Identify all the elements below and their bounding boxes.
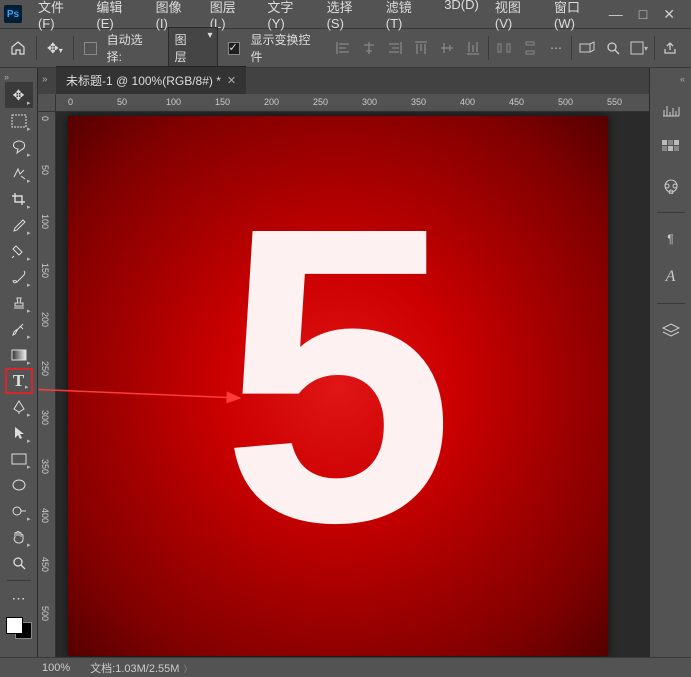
healing-tool[interactable]: ▸ [5, 238, 33, 264]
menu-select[interactable]: 选择(S) [319, 0, 378, 35]
align-middle-icon[interactable] [436, 37, 458, 59]
move-tool[interactable]: ✥▸ [5, 82, 33, 108]
dodge-tool[interactable]: ▸ [5, 498, 33, 524]
main-area: » ✥▸ ▸ ▸ ▸ ▸ ▸ ▸ ▸ ▸ ▸ ▸ T▸ ▸ ▸ ▸ ▸ ▸ ⋯ … [0, 68, 691, 657]
swatches-panel-icon[interactable] [659, 136, 683, 160]
histogram-panel-icon[interactable] [659, 98, 683, 122]
menu-edit[interactable]: 编辑(E) [88, 0, 147, 35]
menu-window[interactable]: 窗口(W) [546, 0, 609, 35]
stamp-tool[interactable]: ▸ [5, 290, 33, 316]
zoom-tool[interactable] [5, 550, 33, 576]
rectangle-tool[interactable]: ▸ [5, 446, 33, 472]
align-bottom-icon[interactable] [462, 37, 484, 59]
auto-select-label: 自动选择: [107, 31, 158, 65]
3d-mode-icon[interactable] [576, 37, 598, 59]
document-area: » 未标题-1 @ 100%(RGB/8#) * ✕ 0501001502002… [38, 68, 649, 657]
foreground-color[interactable] [6, 617, 23, 634]
pen-tool[interactable]: ▸ [5, 394, 33, 420]
show-transform-label: 显示变换控件 [250, 31, 322, 65]
path-select-tool[interactable]: ▸ [5, 420, 33, 446]
distribute-v-icon[interactable] [519, 37, 541, 59]
lasso-tool[interactable]: ▸ [5, 134, 33, 160]
right-panels: « ¶ A [649, 68, 691, 657]
distribute-h-icon[interactable] [493, 37, 515, 59]
show-transform-checkbox[interactable] [228, 42, 241, 55]
document-tab[interactable]: 未标题-1 @ 100%(RGB/8#) * ✕ [56, 66, 246, 94]
minimize-button[interactable]: — [609, 6, 623, 23]
arrange-icon[interactable]: ▾ [628, 37, 650, 59]
window-controls: — □ ✕ [609, 6, 687, 23]
paragraph-panel-icon[interactable]: ¶ [659, 227, 683, 251]
menu-view[interactable]: 视图(V) [487, 0, 546, 35]
app-logo: Ps [4, 5, 22, 23]
title-bar: Ps 文件(F) 编辑(E) 图像(I) 图层(L) 文字(Y) 选择(S) 滤… [0, 0, 691, 28]
canvas[interactable]: 5 [68, 116, 608, 656]
hand-tool[interactable]: ▸ [5, 524, 33, 550]
align-right-icon[interactable] [384, 37, 406, 59]
edit-toolbar[interactable]: ⋯ [5, 585, 33, 611]
color-swatch[interactable] [6, 617, 32, 639]
align-center-h-icon[interactable] [358, 37, 380, 59]
workspace: 050100150200250300350400450500550 050100… [38, 94, 649, 657]
color-panel-icon[interactable] [659, 174, 683, 198]
auto-select-checkbox[interactable] [84, 42, 97, 55]
menu-3d[interactable]: 3D(D) [436, 0, 487, 35]
menu-bar: 文件(F) 编辑(E) 图像(I) 图层(L) 文字(Y) 选择(S) 滤镜(T… [30, 0, 609, 35]
align-left-icon[interactable] [332, 37, 354, 59]
layer-select[interactable]: 图层 [168, 27, 218, 69]
layers-panel-icon[interactable] [659, 318, 683, 342]
tab-strip: » 未标题-1 @ 100%(RGB/8#) * ✕ [38, 68, 649, 94]
type-tool[interactable]: T▸ [5, 368, 33, 394]
character-panel-icon[interactable]: A [659, 265, 683, 289]
ruler-vertical[interactable]: 050100150200250300350400450500 [38, 112, 56, 657]
gradient-tool[interactable]: ▸ [5, 342, 33, 368]
ruler-corner [38, 94, 56, 112]
align-top-icon[interactable] [410, 37, 432, 59]
move-tool-icon[interactable]: ✥▾ [47, 40, 63, 57]
doc-size: 文档:1.03M/2.55M [90, 663, 179, 675]
more-options-icon[interactable]: ⋯ [545, 37, 567, 59]
history-brush-tool[interactable]: ▸ [5, 316, 33, 342]
status-bar: 100% 文档:1.03M/2.55M〉 [0, 657, 691, 677]
tools-panel: » ✥▸ ▸ ▸ ▸ ▸ ▸ ▸ ▸ ▸ ▸ ▸ T▸ ▸ ▸ ▸ ▸ ▸ ⋯ [0, 68, 38, 657]
menu-filter[interactable]: 滤镜(T) [378, 0, 436, 35]
collapse-icon[interactable]: » [42, 74, 48, 85]
canvas-text: 5 [221, 166, 455, 586]
home-icon[interactable] [10, 40, 26, 56]
search-icon[interactable] [602, 37, 624, 59]
tab-title: 未标题-1 @ 100%(RGB/8#) * [66, 72, 221, 89]
eyedropper-tool[interactable]: ▸ [5, 212, 33, 238]
maximize-button[interactable]: □ [639, 6, 647, 23]
close-button[interactable]: ✕ [663, 6, 675, 23]
menu-file[interactable]: 文件(F) [30, 0, 88, 35]
ellipse-tool[interactable] [5, 472, 33, 498]
share-icon[interactable] [659, 37, 681, 59]
tab-close-icon[interactable]: ✕ [227, 74, 236, 87]
zoom-level[interactable]: 100% [42, 662, 70, 674]
menu-text[interactable]: 文字(Y) [259, 0, 318, 35]
marquee-tool[interactable]: ▸ [5, 108, 33, 134]
quick-select-tool[interactable]: ▸ [5, 160, 33, 186]
crop-tool[interactable]: ▸ [5, 186, 33, 212]
ruler-horizontal[interactable]: 050100150200250300350400450500550 [56, 94, 649, 112]
brush-tool[interactable]: ▸ [5, 264, 33, 290]
